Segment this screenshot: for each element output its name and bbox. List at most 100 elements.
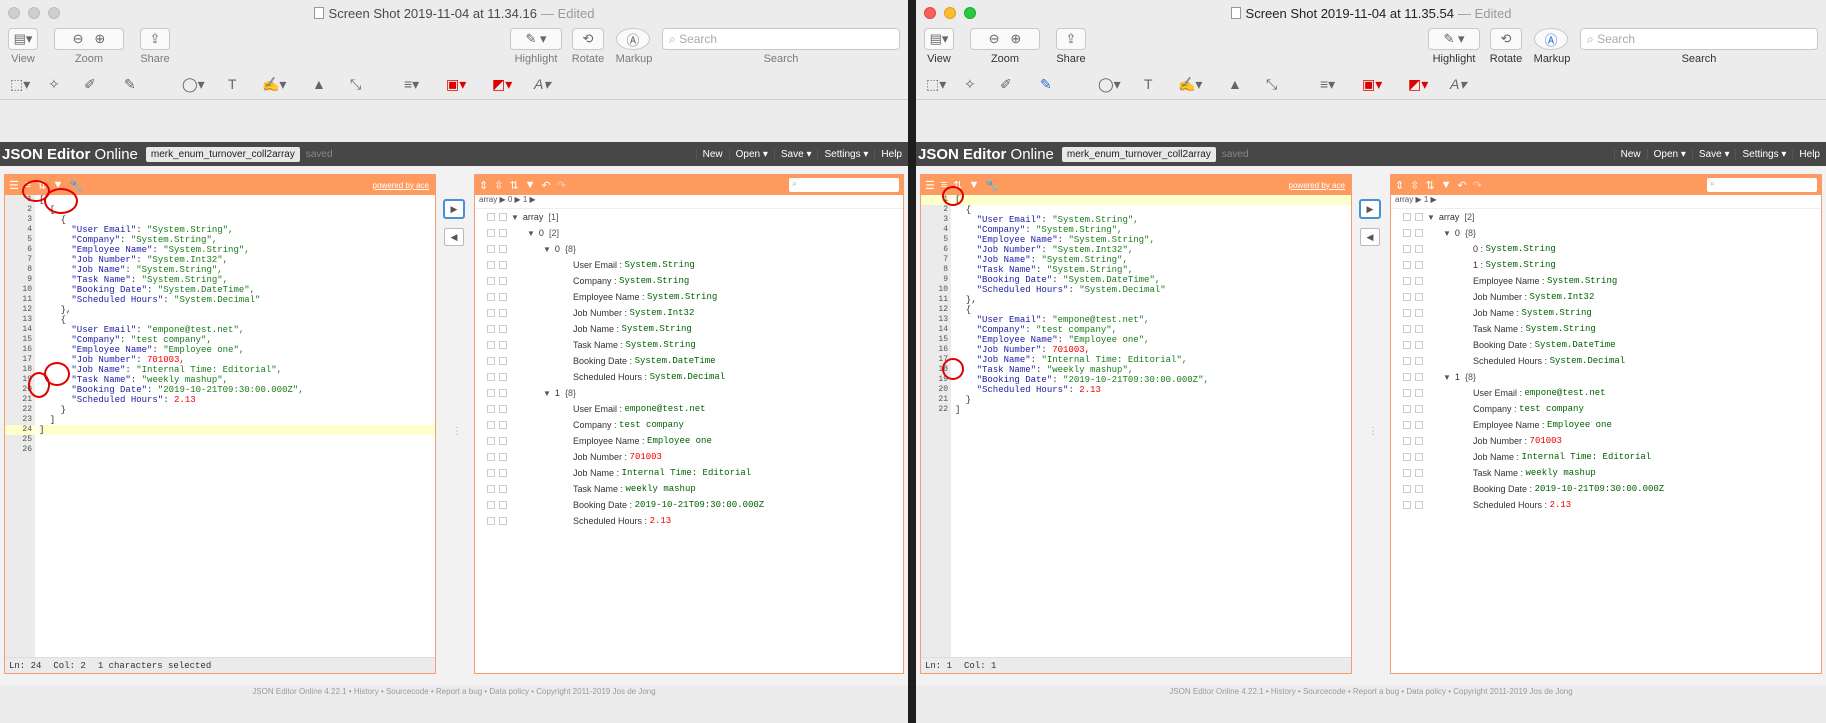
drag-handle[interactable] [1403, 245, 1411, 253]
code-line[interactable]: "Task Name": "weekly mashup", [955, 365, 1351, 375]
tree-key[interactable]: Job Name [573, 468, 614, 478]
repair-icon[interactable]: 🔧 [69, 179, 83, 192]
tree-node[interactable]: Job Number : 701003 [475, 449, 903, 465]
drag-handle[interactable] [487, 437, 495, 445]
shapes-icon[interactable]: ◯▾ [182, 76, 205, 93]
tree-key[interactable]: Company [573, 420, 612, 430]
tree-node[interactable]: Task Name : weekly mashup [1391, 465, 1821, 481]
rotate-button[interactable]: ⟲ [572, 28, 604, 50]
code-line[interactable]: "Company": "System.String", [955, 225, 1351, 235]
zoom-in-icon[interactable]: ⊕ [1010, 31, 1021, 47]
tree-node[interactable]: ▼ 0 {8} [475, 241, 903, 257]
tree-key[interactable]: Job Name [1473, 452, 1514, 462]
drag-handle[interactable] [487, 453, 495, 461]
undo-icon[interactable]: ↶ [542, 179, 551, 192]
tree-node[interactable]: Scheduled Hours : 2.13 [1391, 497, 1821, 513]
context-menu-button[interactable] [1415, 261, 1423, 269]
tree-value[interactable]: empone@test.net [1525, 388, 1606, 398]
tree-key[interactable]: array [523, 212, 544, 222]
adjust-size-icon[interactable]: ⤡ [350, 76, 361, 93]
fill-color-icon[interactable]: ◩▾ [492, 76, 512, 93]
drag-handle[interactable] [1403, 405, 1411, 413]
copy-to-code-button[interactable]: ◀ [1360, 228, 1380, 246]
drag-handle[interactable] [487, 229, 495, 237]
context-menu-button[interactable] [499, 261, 507, 269]
tree-node[interactable]: Booking Date : System.DateTime [475, 353, 903, 369]
drag-handle[interactable] [487, 261, 495, 269]
drag-handle[interactable] [1403, 501, 1411, 509]
tree-value[interactable]: System.DateTime [1535, 340, 1616, 350]
code-editor[interactable]: 1 2 3 4 5 6 7 8 9 10 11 12 13 14 15 16 17 18 19 20 21 22 [ { … [921, 195, 1351, 673]
tree-key[interactable]: Task Name [1473, 468, 1518, 478]
menu-new[interactable]: New [1613, 148, 1647, 160]
drag-handle[interactable] [1403, 357, 1411, 365]
sign-icon[interactable]: ✍▾ [262, 76, 286, 93]
context-menu-button[interactable] [499, 277, 507, 285]
drag-handle[interactable] [1403, 261, 1411, 269]
expand-toggle-icon[interactable]: ▼ [1427, 213, 1435, 222]
code-line[interactable]: "Task Name": "weekly mashup", [39, 375, 435, 385]
tree-key[interactable]: Scheduled Hours [1473, 356, 1542, 366]
zoom-buttons[interactable]: ⊖ ⊕ [970, 28, 1040, 50]
filter-icon[interactable]: ▼ [525, 179, 536, 191]
tree-key[interactable]: 0 [1473, 244, 1478, 254]
tree-value[interactable]: 701003 [630, 452, 662, 462]
context-menu-button[interactable] [1415, 293, 1423, 301]
menu-settings[interactable]: Settings ▾ [1735, 148, 1792, 160]
code-line[interactable]: [ [39, 205, 435, 215]
context-menu-button[interactable] [499, 485, 507, 493]
drag-handle[interactable] [1403, 229, 1411, 237]
zoom-button[interactable] [48, 7, 60, 19]
context-menu-button[interactable] [499, 245, 507, 253]
code-editor[interactable]: 1 2 3 4 5 6 7 8 9 10 11 12 13 14 15 16 17 18 19 20 21 22 23 24 2… [5, 195, 435, 673]
tree-node[interactable]: Company : System.String [475, 273, 903, 289]
text-icon[interactable]: T [1144, 76, 1153, 92]
context-menu-button[interactable] [499, 341, 507, 349]
tree-key[interactable]: Job Number [573, 452, 622, 462]
tree-key[interactable]: Company [573, 276, 612, 286]
tree-node[interactable]: Job Number : System.Int32 [475, 305, 903, 321]
tree-key[interactable]: Job Name [573, 324, 614, 334]
tree-node[interactable]: Booking Date : System.DateTime [1391, 337, 1821, 353]
code-lines[interactable]: [ [ { "User Email": "System.String", "Co… [39, 195, 435, 455]
context-menu-button[interactable] [1415, 325, 1423, 333]
tree-value[interactable]: Employee one [647, 436, 712, 446]
text-icon[interactable]: T [228, 76, 237, 92]
splitter-handle[interactable]: ⋮ [1368, 426, 1378, 437]
drag-handle[interactable] [1403, 421, 1411, 429]
splitter-handle[interactable]: ⋮ [452, 426, 462, 437]
zoom-buttons[interactable]: ⊖ ⊕ [54, 28, 124, 50]
tree-node[interactable]: ▼ 1 {8} [475, 385, 903, 401]
filter-icon[interactable]: ▼ [969, 179, 980, 191]
tree-node[interactable]: Scheduled Hours : System.Decimal [475, 369, 903, 385]
tree-value[interactable]: System.Int32 [1530, 292, 1595, 302]
tree-key[interactable]: Task Name [1473, 324, 1518, 334]
tree-key[interactable]: Task Name [573, 484, 618, 494]
tree-node[interactable]: Employee Name : Employee one [475, 433, 903, 449]
code-line[interactable]: "Task Name": "System.String", [955, 265, 1351, 275]
tree-value[interactable]: System.String [647, 292, 717, 302]
context-menu-button[interactable] [1415, 341, 1423, 349]
powered-by-link[interactable]: powered by ace [1289, 181, 1345, 190]
drag-handle[interactable] [487, 517, 495, 525]
tree-node[interactable]: ▼ 0 [2] [475, 225, 903, 241]
tree-key[interactable]: Job Number [573, 308, 622, 318]
draw-icon[interactable]: ✎ [1040, 76, 1052, 93]
code-line[interactable]: "Employee Name": "System.String", [955, 235, 1351, 245]
tree-node[interactable]: Job Name : Internal Time: Editorial [475, 465, 903, 481]
drag-handle[interactable] [487, 373, 495, 381]
drag-handle[interactable] [487, 421, 495, 429]
context-menu-button[interactable] [499, 453, 507, 461]
context-menu-button[interactable] [499, 229, 507, 237]
zoom-out-icon[interactable]: ⊖ [989, 31, 1000, 47]
shape-style-icon[interactable]: ≡▾ [1320, 76, 1335, 93]
tree-key[interactable]: array [1439, 212, 1460, 222]
filename-field[interactable]: merk_enum_turnover_coll2array [145, 146, 300, 162]
drag-handle[interactable] [487, 357, 495, 365]
tree-node[interactable]: Employee Name : System.String [475, 289, 903, 305]
tree-node[interactable]: Employee Name : Employee one [1391, 417, 1821, 433]
context-menu-button[interactable] [499, 293, 507, 301]
fill-color-icon[interactable]: ◩▾ [1408, 76, 1428, 93]
drag-handle[interactable] [487, 213, 495, 221]
sketch-icon[interactable]: ✐ [1000, 76, 1012, 93]
